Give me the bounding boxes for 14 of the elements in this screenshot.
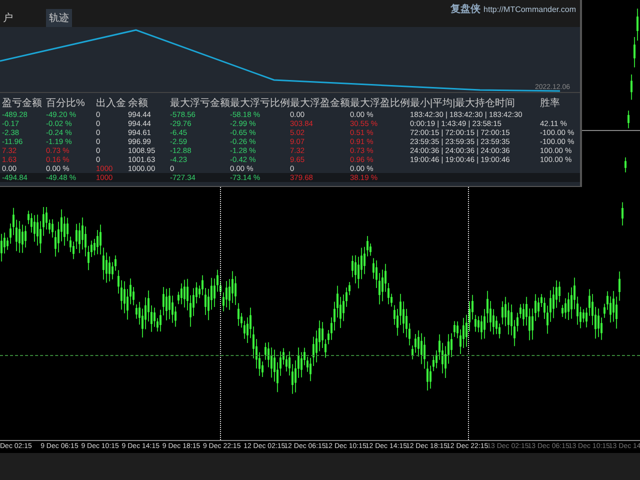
website-link[interactable]: http://MTCommander.com [484,4,576,14]
column-header: 最小|平均|最大持仓时间 [410,98,516,109]
column-header: 最大浮盈金额 [290,98,350,109]
column-header: 盈亏金额 [2,98,42,109]
column-header: 最大浮亏比例 [230,98,290,109]
column-header: 胜率 [540,98,560,109]
column-header: 百分比% [46,98,85,109]
column-header: 最大浮亏金额 [170,98,230,109]
panel-tab[interactable]: 轨迹 [46,9,72,27]
column-header: 出入金 [96,98,126,109]
panel-tab[interactable]: 户 [0,9,16,27]
column-header: 余额 [128,98,148,109]
brand-name: 复盘侠 [450,2,481,16]
column-header: 最大浮盈比例 [350,98,410,109]
